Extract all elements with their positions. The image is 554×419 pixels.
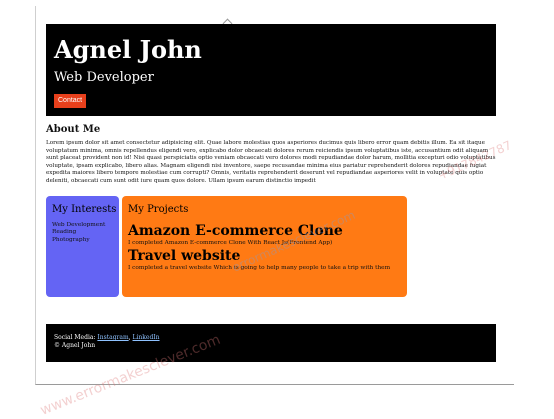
project-description: I completed Amazon E-commerce Clone With… [128,239,333,246]
project-item: Amazon E-commerce Clone I completed Amaz… [128,222,407,247]
linkedin-link[interactable]: LinkedIn [133,334,160,341]
about-heading: About Me [46,124,101,135]
project-title: Travel website [128,247,241,264]
list-item: Web Development [52,221,106,228]
job-title: Web Developer [54,70,154,85]
interests-heading: My Interests [52,203,117,215]
instagram-link[interactable]: Instagram [97,334,128,341]
about-section: About Me Lorem ipsum dolor sit amet cons… [46,124,496,186]
project-description: I completed a travel website Which is go… [128,264,391,271]
cards-row: My Interests Web Development Reading Pho… [46,195,496,298]
list-item: Photography [52,236,90,243]
page-title: Agnel John [54,35,202,64]
footer: Social Media: Instagram, LinkedIn © Agne… [46,324,496,362]
projects-card: My Projects Amazon E-commerce Clone I co… [122,195,407,297]
project-title: Amazon E-commerce Clone [128,222,343,239]
about-text: Lorem ipsum dolor sit amet consectetur a… [46,140,496,184]
portfolio-page: Agnel John Web Developer Contact About M… [46,24,496,298]
interests-card: My Interests Web Development Reading Pho… [46,195,119,297]
copyright-text: © Agnel John [54,342,96,349]
social-media-label: Social Media: [54,334,96,341]
social-media-row: Social Media: Instagram, LinkedIn [54,334,496,342]
interests-list: Web Development Reading Photography [52,222,119,245]
link-separator: , [128,334,131,341]
list-item: Reading [52,229,77,236]
header: Agnel John Web Developer Contact [46,24,496,116]
projects-heading: My Projects [128,203,189,215]
project-item: Travel website I completed a travel webs… [128,247,407,272]
contact-button[interactable]: Contact [54,94,87,108]
